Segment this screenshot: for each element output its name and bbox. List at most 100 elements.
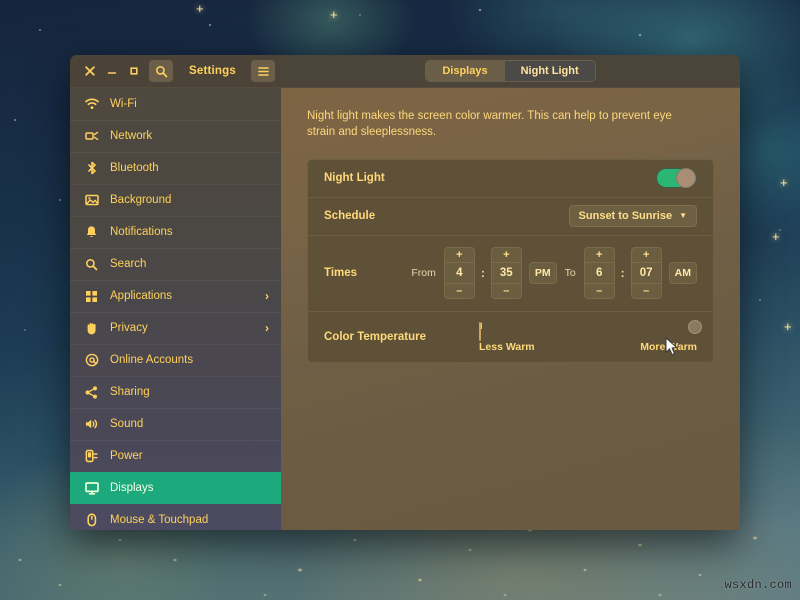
mouse-icon bbox=[84, 513, 99, 528]
sidebar-item-label: Sound bbox=[110, 418, 144, 430]
sidebar-item-bluetooth[interactable]: Bluetooth bbox=[70, 152, 281, 184]
to-hour-stepper: + 6 – bbox=[583, 247, 615, 300]
maximize-icon[interactable] bbox=[124, 62, 143, 81]
share-icon bbox=[84, 385, 99, 400]
from-hour-stepper: + 4 – bbox=[443, 247, 475, 300]
hand-icon bbox=[84, 321, 99, 336]
background-icon bbox=[84, 193, 99, 208]
sidebar-item-label: Background bbox=[110, 194, 172, 206]
network-icon bbox=[84, 129, 99, 144]
sidebar-item-label: Search bbox=[110, 258, 147, 270]
sidebar-item-sound[interactable]: Sound bbox=[70, 408, 281, 440]
slider-max-label: More Warm bbox=[640, 340, 697, 353]
to-minute-decrement-button[interactable]: – bbox=[630, 284, 662, 300]
to-label: To bbox=[564, 267, 576, 280]
schedule-dropdown[interactable]: Sunset to Sunrise ▼ bbox=[568, 205, 697, 228]
schedule-row: Schedule Sunset to Sunrise ▼ bbox=[308, 198, 713, 236]
sidebar-item-background[interactable]: Background bbox=[70, 184, 281, 216]
from-minute-decrement-button[interactable]: – bbox=[490, 284, 522, 300]
search-icon[interactable] bbox=[149, 60, 173, 82]
slider-tick bbox=[481, 322, 482, 329]
sidebar-item-label: Mouse & Touchpad bbox=[110, 514, 209, 526]
sidebar-item-search[interactable]: Search bbox=[70, 248, 281, 280]
color-temperature-row: Color Temperature Less Warm More Warm bbox=[308, 312, 713, 362]
divider bbox=[70, 184, 281, 185]
to-minute-value[interactable]: 07 bbox=[630, 262, 662, 285]
hamburger-menu-icon[interactable] bbox=[251, 60, 275, 82]
sidebar-item-power[interactable]: Power bbox=[70, 440, 281, 472]
color-temperature-slider[interactable]: Less Warm More Warm bbox=[479, 319, 702, 353]
sidebar-item-label: Wi-Fi bbox=[110, 98, 137, 110]
sidebar-item-sharing[interactable]: Sharing bbox=[70, 376, 281, 408]
to-hour-value[interactable]: 6 bbox=[583, 262, 615, 285]
to-ampm-button[interactable]: AM bbox=[668, 262, 697, 285]
titlebar-right-section: Displays Night Light bbox=[281, 55, 740, 88]
sidebar-item-network[interactable]: Network bbox=[70, 120, 281, 152]
close-icon[interactable] bbox=[80, 62, 99, 81]
sidebar-item-displays[interactable]: Displays bbox=[70, 472, 281, 504]
search-icon bbox=[84, 257, 99, 272]
from-minute-value[interactable]: 35 bbox=[490, 262, 522, 285]
star-glyph: + bbox=[784, 319, 792, 334]
sidebar-item-online-accounts[interactable]: Online Accounts bbox=[70, 344, 281, 376]
from-label: From bbox=[411, 267, 436, 280]
times-row: Times From + 4 – : + 35 – PM To + 6 –: … bbox=[308, 236, 713, 312]
divider bbox=[70, 312, 281, 313]
watermark: wsxdn.com bbox=[724, 578, 792, 592]
star-glyph: + bbox=[772, 229, 780, 244]
power-plug-icon bbox=[84, 449, 99, 464]
sidebar-item-label: Privacy bbox=[110, 322, 148, 334]
monitor-icon bbox=[84, 481, 99, 496]
schedule-label: Schedule bbox=[324, 210, 376, 223]
from-ampm-button[interactable]: PM bbox=[528, 262, 557, 285]
to-hour-increment-button[interactable]: + bbox=[583, 247, 615, 263]
divider bbox=[70, 216, 281, 217]
night-light-row-control bbox=[656, 168, 697, 189]
sidebar-item-mouse-touchpad[interactable]: Mouse & Touchpad bbox=[70, 504, 281, 530]
titlebar-left-section: Settings bbox=[70, 55, 281, 88]
star-glyph: + bbox=[196, 1, 204, 16]
sidebar-item-label: Bluetooth bbox=[110, 162, 159, 174]
chevron-right-icon: › bbox=[265, 289, 269, 303]
tab-night-light[interactable]: Night Light bbox=[504, 61, 595, 81]
chevron-down-icon: ▼ bbox=[679, 211, 687, 221]
window-titlebar: Settings Displays Night Light bbox=[70, 55, 740, 88]
sidebar-item-applications[interactable]: Applications › bbox=[70, 280, 281, 312]
toggle-knob bbox=[676, 168, 696, 189]
from-hour-increment-button[interactable]: + bbox=[443, 247, 475, 263]
to-time-separator: : bbox=[620, 266, 625, 281]
sidebar-item-notifications[interactable]: Notifications bbox=[70, 216, 281, 248]
sidebar-item-wi-fi[interactable]: Wi-Fi bbox=[70, 88, 281, 120]
divider bbox=[70, 248, 281, 249]
sidebar-item-label: Notifications bbox=[110, 226, 173, 238]
divider bbox=[70, 344, 281, 345]
from-minute-increment-button[interactable]: + bbox=[490, 247, 522, 263]
from-hour-decrement-button[interactable]: – bbox=[443, 284, 475, 300]
from-minute-stepper: + 35 – bbox=[490, 247, 522, 300]
from-hour-value[interactable]: 4 bbox=[443, 262, 475, 285]
to-hour-decrement-button[interactable]: – bbox=[583, 284, 615, 300]
night-light-toggle[interactable] bbox=[656, 168, 697, 189]
window-body: Wi-Fi Network Bluetooth Background Notif… bbox=[70, 88, 740, 530]
speaker-icon bbox=[84, 417, 99, 432]
bell-icon bbox=[84, 225, 99, 240]
to-minute-increment-button[interactable]: + bbox=[630, 247, 662, 263]
night-light-panel: Night light makes the screen color warme… bbox=[281, 88, 740, 530]
desktop-wallpaper: + + + + + + Settings bbox=[0, 0, 800, 600]
sidebar-item-privacy[interactable]: Privacy › bbox=[70, 312, 281, 344]
applications-icon bbox=[84, 289, 99, 304]
color-temperature-label: Color Temperature bbox=[324, 330, 427, 343]
tab-displays[interactable]: Displays bbox=[426, 61, 505, 81]
minimize-icon[interactable] bbox=[102, 62, 121, 81]
slider-handle[interactable] bbox=[688, 319, 702, 334]
times-label: Times bbox=[324, 267, 358, 280]
wifi-icon bbox=[84, 97, 99, 112]
to-minute-stepper: + 07 – bbox=[630, 247, 662, 300]
view-tabs: Displays Night Light bbox=[425, 60, 596, 82]
slider-labels: Less Warm More Warm bbox=[479, 341, 697, 353]
sidebar-item-label: Power bbox=[110, 450, 143, 462]
divider bbox=[70, 280, 281, 281]
sidebar-item-label: Displays bbox=[110, 482, 154, 494]
schedule-row-control: Sunset to Sunrise ▼ bbox=[568, 205, 697, 228]
sidebar-item-label: Sharing bbox=[110, 386, 150, 398]
